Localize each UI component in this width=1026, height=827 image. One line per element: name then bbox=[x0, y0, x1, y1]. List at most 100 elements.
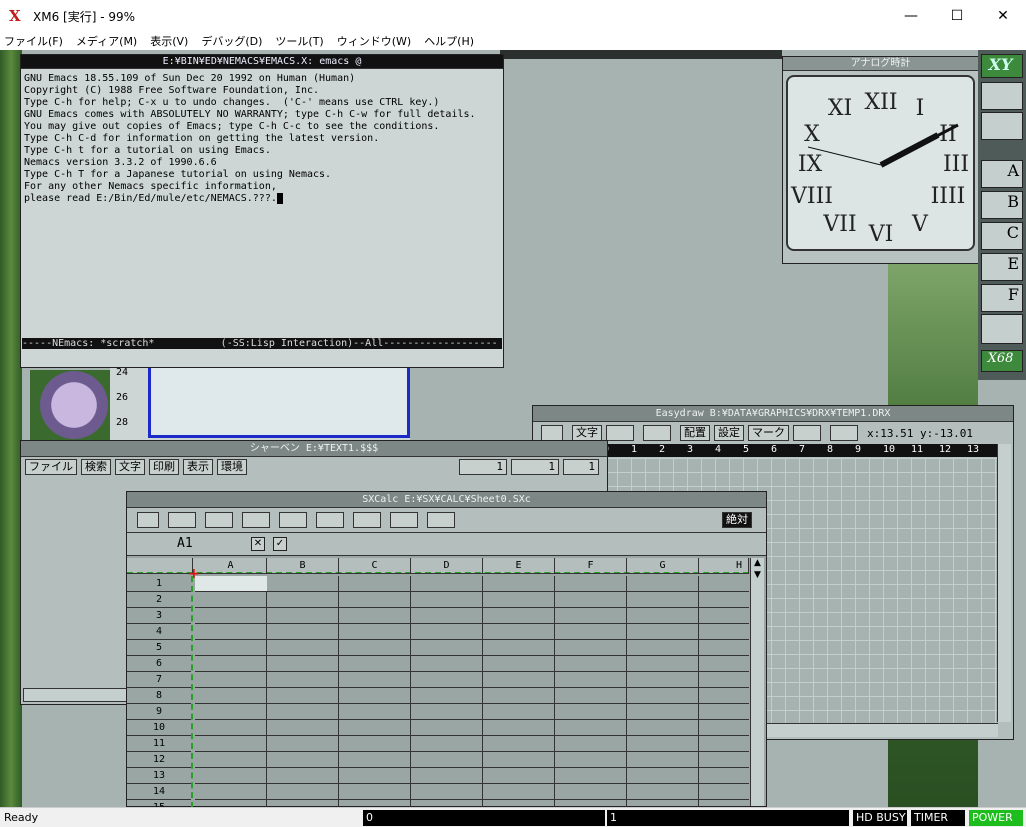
row-header[interactable]: 11 bbox=[127, 736, 191, 752]
drive-a-button[interactable]: A bbox=[981, 160, 1023, 188]
emacs-line: GNU Emacs 18.55.109 of Sun Dec 20 1992 o… bbox=[24, 73, 356, 84]
easydraw-hscrollbar[interactable] bbox=[765, 723, 998, 737]
tool-settings[interactable]: 設定 bbox=[714, 425, 744, 441]
tool-line-icon[interactable] bbox=[606, 425, 634, 441]
menu-icon[interactable] bbox=[137, 512, 159, 528]
row-header[interactable]: 9 bbox=[127, 704, 191, 720]
column-header[interactable]: G bbox=[627, 558, 699, 574]
row-header[interactable]: 6 bbox=[127, 656, 191, 672]
drive-b-button[interactable]: B bbox=[981, 191, 1023, 219]
clock-numeral: V bbox=[911, 212, 929, 237]
row-header[interactable]: 14 bbox=[127, 784, 191, 800]
row-header[interactable]: 10 bbox=[127, 720, 191, 736]
menu-view[interactable]: 表示(V) bbox=[150, 33, 188, 49]
emacs-line: GNU Emacs comes with ABSOLUTELY NO WARRA… bbox=[24, 109, 476, 120]
chart-icon[interactable] bbox=[316, 512, 344, 528]
calculator-icon[interactable] bbox=[279, 512, 307, 528]
shaven-menu-print[interactable]: 印刷 bbox=[149, 459, 179, 475]
row-header[interactable]: 8 bbox=[127, 688, 191, 704]
print-icon[interactable] bbox=[793, 425, 821, 441]
sort-icon[interactable] bbox=[353, 512, 381, 528]
sxcalc-formula-bar: A1 ✕ ✓ bbox=[127, 532, 766, 556]
shaven-menu-file[interactable]: ファイル bbox=[25, 459, 77, 475]
sheet-grid[interactable]: A B C D E F G H 1 2 3 4 5 6 7 8 9 10 11 bbox=[127, 558, 749, 807]
sxcalc-vscrollbar[interactable]: ▲ ▼ bbox=[750, 558, 764, 806]
column-header[interactable]: B bbox=[267, 558, 339, 574]
clock-numeral: III bbox=[943, 152, 969, 177]
menu-file[interactable]: ファイル(F) bbox=[4, 33, 63, 49]
emacs-titlebar[interactable]: E:¥BIN¥ED¥NEMACS¥EMACS.X: emacs @ bbox=[21, 55, 503, 69]
cancel-icon[interactable]: ✕ bbox=[251, 537, 265, 551]
minimize-button[interactable]: — bbox=[888, 0, 934, 32]
tool-mark[interactable]: マーク bbox=[748, 425, 789, 441]
clock-numeral: VI bbox=[868, 222, 894, 247]
cell-area[interactable] bbox=[195, 576, 749, 807]
drive-e-button[interactable]: E bbox=[981, 253, 1023, 281]
cell-reference[interactable]: A1 bbox=[177, 536, 193, 551]
row-header[interactable]: 15 bbox=[127, 800, 191, 807]
row-header[interactable]: 3 bbox=[127, 608, 191, 624]
selected-cell[interactable] bbox=[195, 576, 267, 591]
shaven-titlebar[interactable]: シャーベン E:¥TEXT1.$$$ bbox=[21, 441, 607, 457]
network-icon[interactable] bbox=[205, 512, 233, 528]
scroll-up-icon[interactable]: ▲ bbox=[751, 558, 764, 570]
drive-f-button[interactable]: F bbox=[981, 284, 1023, 312]
tool-text[interactable]: 文字 bbox=[572, 425, 602, 441]
confirm-icon[interactable]: ✓ bbox=[273, 537, 287, 551]
emacs-line: For any other Nemacs specific informatio… bbox=[24, 181, 277, 192]
sxcalc-window[interactable]: SXCalc E:¥SX¥CALC¥Sheet0.SXc 絶対 A1 ✕ ✓ A… bbox=[126, 491, 767, 807]
row-header[interactable]: 4 bbox=[127, 624, 191, 640]
menu-debug[interactable]: デバッグ(D) bbox=[201, 33, 262, 49]
row-header[interactable]: 2 bbox=[127, 592, 191, 608]
print-icon[interactable] bbox=[390, 512, 418, 528]
emulator-screen[interactable]: 24 26 28 E:¥BIN¥ED¥NEMACS¥EMACS.X: emacs… bbox=[0, 50, 1026, 807]
xy-logo[interactable]: XY bbox=[981, 54, 1023, 78]
column-header[interactable]: F bbox=[555, 558, 627, 574]
glasses-icon[interactable] bbox=[168, 512, 196, 528]
column-header[interactable]: C bbox=[339, 558, 411, 574]
shaven-menu-text[interactable]: 文字 bbox=[115, 459, 145, 475]
row-header[interactable]: 13 bbox=[127, 768, 191, 784]
shaven-menu-env[interactable]: 環境 bbox=[217, 459, 247, 475]
easydraw-titlebar[interactable]: Easydraw B:¥DATA¥GRAPHICS¥DRX¥TEMP1.DRX bbox=[533, 406, 1013, 422]
side-panel: XY A B C E F X68 bbox=[978, 50, 1026, 380]
tool-arrow-icon[interactable] bbox=[643, 425, 671, 441]
menu-media[interactable]: メディア(M) bbox=[76, 33, 137, 49]
menu-tools[interactable]: ツール(T) bbox=[275, 33, 323, 49]
menu-window[interactable]: ウィンドウ(W) bbox=[337, 33, 411, 49]
tool-layout[interactable]: 配置 bbox=[680, 425, 710, 441]
drive-c-button[interactable]: C bbox=[981, 222, 1023, 250]
function-icon[interactable] bbox=[242, 512, 270, 528]
shaven-menu-search[interactable]: 検索 bbox=[81, 459, 111, 475]
row-header[interactable]: 7 bbox=[127, 672, 191, 688]
absolute-toggle[interactable]: 絶対 bbox=[722, 512, 752, 528]
swap-icon[interactable] bbox=[981, 112, 1023, 140]
emacs-window[interactable]: E:¥BIN¥ED¥NEMACS¥EMACS.X: emacs @ GNU Em… bbox=[20, 54, 504, 368]
column-header[interactable]: E bbox=[483, 558, 555, 574]
scroll-down-icon[interactable]: ▼ bbox=[751, 570, 764, 582]
row-header[interactable]: 1 bbox=[127, 576, 191, 592]
menu-help[interactable]: ヘルプ(H) bbox=[424, 33, 474, 49]
image-icon[interactable] bbox=[427, 512, 455, 528]
emacs-buffer[interactable]: GNU Emacs 18.55.109 of Sun Dec 20 1992 o… bbox=[22, 71, 502, 367]
maximize-button[interactable]: ☐ bbox=[934, 0, 980, 32]
row-header[interactable]: 5 bbox=[127, 640, 191, 656]
easydraw-vscrollbar[interactable] bbox=[997, 444, 1011, 722]
row-header[interactable]: 12 bbox=[127, 752, 191, 768]
clock-window[interactable]: アナログ時計 XII I II III IIII V VI VII VIII I… bbox=[782, 56, 979, 264]
close-button[interactable]: ✕ bbox=[980, 0, 1026, 32]
shaven-menu-view[interactable]: 表示 bbox=[183, 459, 213, 475]
column-header[interactable]: H bbox=[699, 558, 749, 574]
shaven-hscrollbar[interactable] bbox=[23, 688, 127, 702]
image-icon[interactable] bbox=[830, 425, 858, 441]
sxcalc-titlebar[interactable]: SXCalc E:¥SX¥CALC¥Sheet0.SXc bbox=[127, 492, 766, 508]
column-header[interactable]: A bbox=[195, 558, 267, 574]
emacs-line: You may give out copies of Emacs; type C… bbox=[24, 121, 440, 132]
tool-select-icon[interactable] bbox=[541, 425, 563, 441]
clock-titlebar[interactable]: アナログ時計 bbox=[783, 57, 978, 71]
x68-logo[interactable]: X68 bbox=[981, 350, 1023, 372]
computer-icon[interactable] bbox=[981, 82, 1023, 110]
ruler-tick: 10 bbox=[883, 444, 896, 455]
mouse-icon[interactable] bbox=[981, 314, 1023, 344]
column-header[interactable]: D bbox=[411, 558, 483, 574]
